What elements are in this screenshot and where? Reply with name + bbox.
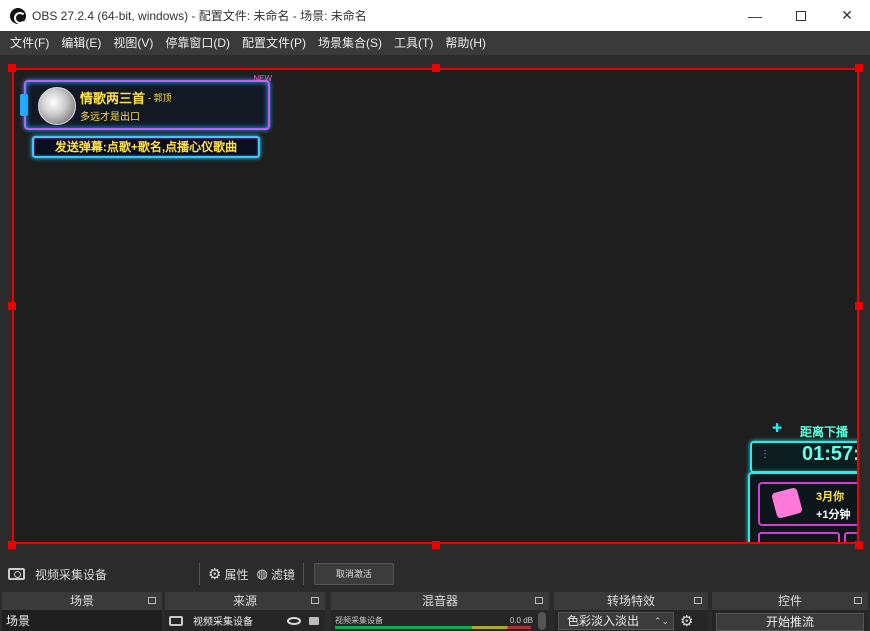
song-lyric-line: 多远才是出口 [80,112,140,123]
scene-list-item[interactable]: 场景 [2,610,162,631]
lock-icon[interactable] [309,616,319,625]
undock-icon[interactable] [535,597,543,604]
title-bar: OBS 27.2.4 (64-bit, windows) - 配置文件: 未命名… [0,0,870,31]
mixer-dock-title: 混音器 [421,594,458,608]
mixer-channel: 视频采集设备 0.0 dB [331,610,549,631]
resize-handle-bottom[interactable] [432,541,440,549]
song-artist: - 郭顶 [148,93,172,103]
menu-file[interactable]: 文件(F) [4,31,55,55]
controls-dock-header: 控件 [712,592,868,610]
filters-label: 滤镜 [270,567,295,582]
deactivate-button[interactable]: 取消激活 [313,563,394,585]
preview-canvas[interactable]: 情歌两三首 - 郭顶 多远才是出口 NEW 发送弹幕:点歌+歌名,点播心仪歌曲 … [12,68,859,544]
transitions-dock-title: 转场特效 [606,594,655,608]
menu-scene-collection[interactable]: 场景集合(S) [312,31,388,55]
menu-profile[interactable]: 配置文件(P) [236,31,312,55]
resize-handle-top-left[interactable] [8,64,16,72]
controls-dock-title: 控件 [777,594,802,608]
filters-button[interactable]: ◍ 滤镜 [252,566,298,583]
transitions-dock-header: 转场特效 [554,592,708,610]
scenes-dock-header: 场景 [2,592,162,610]
docks-area: 场景 场景 来源 视频采集设备 混音器 视频采集设备 0.0 dB 转场特效 色… [0,592,870,631]
transitions-dock: 转场特效 色彩淡入淡出 ⌃⌄ ⚙ [554,592,708,631]
promo-bottom-frame [758,532,840,542]
song-title: 情歌两三首 [80,91,146,106]
maximize-icon [796,10,806,21]
camera-icon [8,568,25,580]
visibility-eye-icon[interactable] [287,616,301,625]
mixer-dock: 混音器 视频采集设备 0.0 dB [331,592,549,631]
menu-docks[interactable]: 停靠窗口(D) [159,31,236,55]
scenes-dock-title: 场景 [69,594,94,608]
mixer-dock-header: 混音器 [331,592,549,610]
menu-view[interactable]: 视图(V) [107,31,159,55]
resize-handle-right[interactable] [855,302,863,310]
resize-handle-top[interactable] [432,64,440,72]
mixer-channel-label: 视频采集设备 [335,616,383,625]
undock-icon[interactable] [694,597,702,604]
camera-icon [169,615,183,626]
new-badge: NEW [253,74,272,83]
gear-icon: ⚙ [208,566,222,583]
volume-meter [335,626,531,629]
transition-select[interactable]: 色彩淡入淡出 ⌃⌄ [558,611,674,630]
close-button[interactable]: ✕ [824,0,870,31]
mixer-db-value: 0.0 dB [509,616,533,625]
mixer-scrollbar[interactable] [538,612,546,630]
sources-dock: 来源 视频采集设备 [165,592,325,631]
promo-widget: 3月你 +1分钟 [748,472,857,542]
select-arrows-icon: ⌃⌄ [653,615,669,626]
singer-avatar [38,87,76,125]
properties-label: 属性 [224,567,249,582]
undock-icon[interactable] [854,597,862,604]
undock-icon[interactable] [148,597,156,604]
resize-handle-top-right[interactable] [855,64,863,72]
maximize-button[interactable] [778,0,824,31]
menu-help[interactable]: 帮助(H) [439,31,492,55]
promo-line-2: +1分钟 [816,509,851,521]
transition-selected-label: 色彩淡入淡出 [567,613,640,628]
source-toolbar: 视频采集设备 ⚙ 属性 ◍ 滤镜 取消激活 [0,558,870,590]
sources-dock-header: 来源 [165,592,325,610]
menu-bar: 文件(F) 编辑(E) 视图(V) 停靠窗口(D) 配置文件(P) 场景集合(S… [0,31,870,55]
source-list-item[interactable]: 视频采集设备 [165,610,325,631]
plus-decoration-icon: ✚ [772,421,783,435]
resize-handle-bottom-left[interactable] [8,541,16,549]
undock-icon[interactable] [311,597,319,604]
controls-dock: 控件 开始推流 [712,592,868,631]
source-item-label: 视频采集设备 [193,617,253,628]
menu-tools[interactable]: 工具(T) [388,31,439,55]
resize-handle-bottom-right[interactable] [855,541,863,549]
menu-edit[interactable]: 编辑(E) [55,31,107,55]
scene-item-label: 场景 [6,614,31,628]
filter-icon: ◍ [256,566,268,581]
now-playing-card: 情歌两三首 - 郭顶 多远才是出口 NEW [20,74,272,130]
resize-handle-left[interactable] [8,302,16,310]
countdown-label: 距离下播 [800,425,849,439]
promo-line-1: 3月你 [816,491,845,503]
properties-button[interactable]: ⚙ 属性 [204,565,252,583]
start-streaming-button[interactable]: 开始推流 [716,613,864,631]
window-title: OBS 27.2.4 (64-bit, windows) - 配置文件: 未命名… [32,9,367,23]
obs-logo-icon [10,7,26,24]
danmu-instruction-bar: 发送弹幕:点歌+歌名,点播心仪歌曲 [32,136,260,158]
side-tag-decoration [20,94,28,116]
sources-dock-title: 来源 [232,594,257,608]
preview-area: 情歌两三首 - 郭顶 多远才是出口 NEW 发送弹幕:点歌+歌名,点播心仪歌曲 … [0,55,870,555]
toolbar-divider [199,563,200,585]
countdown-time: 01:57: [802,443,859,465]
gear-icon[interactable]: ⚙ [680,612,693,630]
toolbar-divider [302,563,304,585]
minimize-button[interactable]: — [732,0,778,31]
selected-source-name: 视频采集设备 [35,567,108,582]
scenes-dock: 场景 场景 [2,592,162,631]
transition-row: 色彩淡入淡出 ⌃⌄ ⚙ [554,610,708,631]
vertical-dots-icon: ⋮ [760,449,770,460]
